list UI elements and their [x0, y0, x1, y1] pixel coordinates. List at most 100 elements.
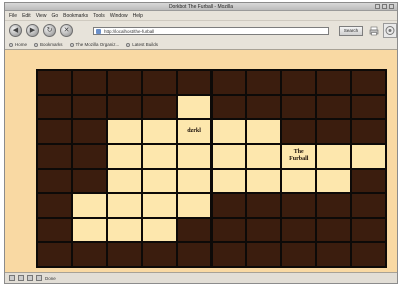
tile-dark — [212, 218, 246, 242]
back-button[interactable]: ◀ — [9, 24, 22, 37]
tile-dark — [212, 194, 246, 217]
title-bar: Dorkbot The Furball - Mozilla — [5, 3, 397, 11]
tile-dark — [142, 71, 176, 94]
tile-light — [107, 218, 141, 242]
tile-light — [107, 169, 141, 193]
window-title: Dorkbot The Furball - Mozilla — [168, 4, 234, 10]
tile-light — [212, 120, 246, 143]
tile-dark — [177, 243, 211, 266]
tile-light — [317, 169, 351, 193]
tile-light — [107, 194, 141, 217]
navigator-icon[interactable] — [9, 275, 15, 281]
tile-dark — [352, 71, 385, 94]
tile-label: dzrkl — [187, 128, 201, 135]
tile-light — [317, 144, 351, 168]
stop-icon: ✕ — [63, 27, 70, 34]
tile-dark — [107, 71, 141, 94]
bookmark-bookmarks[interactable]: Bookmarks — [34, 42, 63, 47]
minimize-button[interactable] — [375, 4, 380, 9]
tile-dark — [247, 71, 281, 94]
tile-dark — [317, 71, 351, 94]
bookmark-home[interactable]: Home — [9, 42, 27, 47]
composer-icon[interactable] — [27, 275, 33, 281]
search-button[interactable]: Search — [339, 26, 363, 36]
tile-dark — [177, 71, 211, 94]
site-favicon-icon — [96, 29, 101, 34]
personal-toolbar: Home Bookmarks The Mozilla Organiz... La… — [5, 40, 397, 50]
tile-grid: dzrkl The Furball — [36, 69, 387, 268]
tile-dark — [317, 95, 351, 119]
maximize-button[interactable] — [382, 4, 387, 9]
page-content: dzrkl The Furball — [5, 50, 397, 272]
print-icon[interactable] — [369, 26, 379, 36]
tile-light — [72, 218, 106, 242]
tile-dark — [247, 218, 281, 242]
tile-light — [177, 169, 211, 193]
tile-light — [247, 169, 281, 193]
status-bar: Done — [5, 272, 397, 283]
menu-tools[interactable]: Tools — [93, 13, 105, 19]
back-arrow-icon: ◀ — [12, 27, 19, 34]
tile-light — [282, 169, 316, 193]
close-button[interactable] — [389, 4, 394, 9]
tile-dark — [38, 194, 71, 217]
tile-light — [142, 120, 176, 143]
tile-dark — [38, 169, 71, 193]
tile-light — [107, 120, 141, 143]
tile-light — [142, 218, 176, 242]
tile-light — [177, 144, 211, 168]
tile-light — [247, 120, 281, 143]
bookmark-label: Latest Builds — [132, 42, 159, 47]
home-icon — [9, 42, 13, 47]
tile-dark — [282, 120, 316, 143]
address-book-icon[interactable] — [36, 275, 42, 281]
bookmark-icon — [34, 42, 39, 47]
tile-label: The Furball — [289, 149, 309, 163]
reload-icon: ↻ — [46, 27, 53, 34]
tile-dark — [212, 243, 246, 266]
tile-light: The Furball — [282, 144, 316, 168]
window-controls — [375, 4, 394, 9]
tile-dark — [282, 243, 316, 266]
tile-light — [142, 144, 176, 168]
tile-dark — [352, 218, 385, 242]
tile-dark — [107, 243, 141, 266]
mail-icon[interactable] — [18, 275, 24, 281]
tile-light: dzrkl — [177, 120, 211, 143]
tile-dark — [72, 71, 106, 94]
tile-dark — [142, 243, 176, 266]
tile-dark — [38, 218, 71, 242]
mozilla-logo-icon — [385, 26, 395, 35]
tile-dark — [317, 218, 351, 242]
tile-light — [352, 144, 385, 168]
menu-bookmarks[interactable]: Bookmarks — [63, 13, 88, 19]
menu-bar: File Edit View Go Bookmarks Tools Window… — [5, 11, 397, 20]
tile-dark — [317, 194, 351, 217]
menu-edit[interactable]: Edit — [22, 13, 31, 19]
tile-dark — [177, 218, 211, 242]
bookmark-icon — [69, 42, 74, 47]
stop-button[interactable]: ✕ — [60, 24, 73, 37]
tile-dark — [38, 95, 71, 119]
reload-button[interactable]: ↻ — [43, 24, 56, 37]
menu-go[interactable]: Go — [51, 13, 58, 19]
tile-dark — [38, 144, 71, 168]
tile-dark — [282, 218, 316, 242]
forward-button[interactable]: ▶ — [26, 24, 39, 37]
tile-dark — [107, 95, 141, 119]
bookmark-latest-builds[interactable]: Latest Builds — [126, 42, 158, 47]
url-bar[interactable]: http://localhost/the-furball — [93, 27, 329, 35]
tile-light — [212, 144, 246, 168]
menu-view[interactable]: View — [36, 13, 47, 19]
status-text: Done — [45, 275, 56, 281]
bookmark-label: The Mozilla Organiz... — [75, 42, 120, 47]
tile-dark — [282, 194, 316, 217]
tile-dark — [247, 194, 281, 217]
menu-help[interactable]: Help — [133, 13, 143, 19]
bookmark-mozilla-org[interactable]: The Mozilla Organiz... — [69, 42, 120, 47]
tile-dark — [282, 71, 316, 94]
menu-file[interactable]: File — [9, 13, 17, 19]
navigation-toolbar: ◀ ▶ ↻ ✕ http://localhost/the-furball Sea… — [5, 20, 397, 40]
menu-window[interactable]: Window — [110, 13, 128, 19]
tile-light — [177, 194, 211, 217]
